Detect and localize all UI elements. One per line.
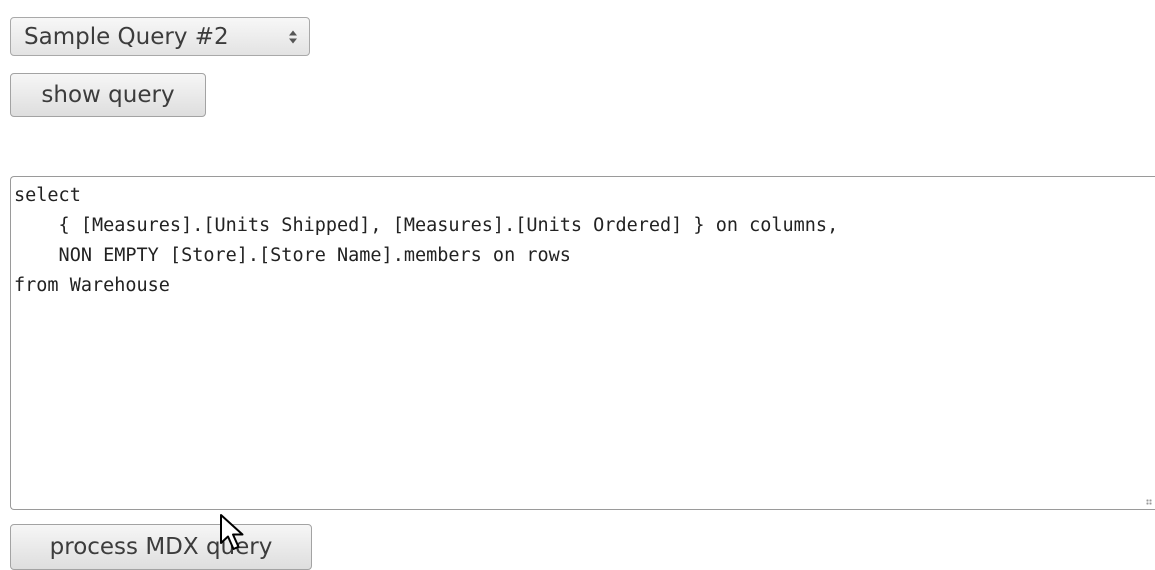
updown-arrows-icon (289, 30, 297, 43)
sample-query-select[interactable]: Sample Query #2 (10, 17, 310, 56)
show-query-button[interactable]: show query (10, 73, 206, 117)
sample-query-select-value: Sample Query #2 (24, 23, 229, 50)
mouse-pointer-icon (220, 514, 244, 550)
resize-grip-icon[interactable] (1146, 499, 1152, 505)
process-mdx-query-button[interactable]: process MDX query (10, 524, 312, 570)
mdx-query-text[interactable]: select { [Measures].[Units Shipped], [Me… (11, 177, 1155, 305)
mdx-query-textarea[interactable]: select { [Measures].[Units Shipped], [Me… (10, 176, 1155, 510)
